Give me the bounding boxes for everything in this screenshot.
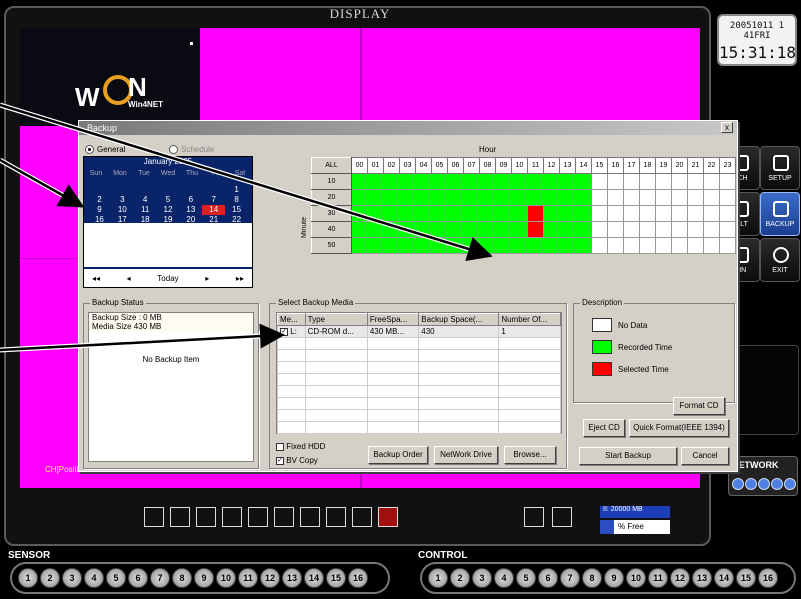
arrow-to-media <box>0 323 285 352</box>
arrow-to-calendar <box>0 158 85 208</box>
annotation-arrows <box>0 102 493 353</box>
arrow-to-selected-time <box>0 103 493 262</box>
